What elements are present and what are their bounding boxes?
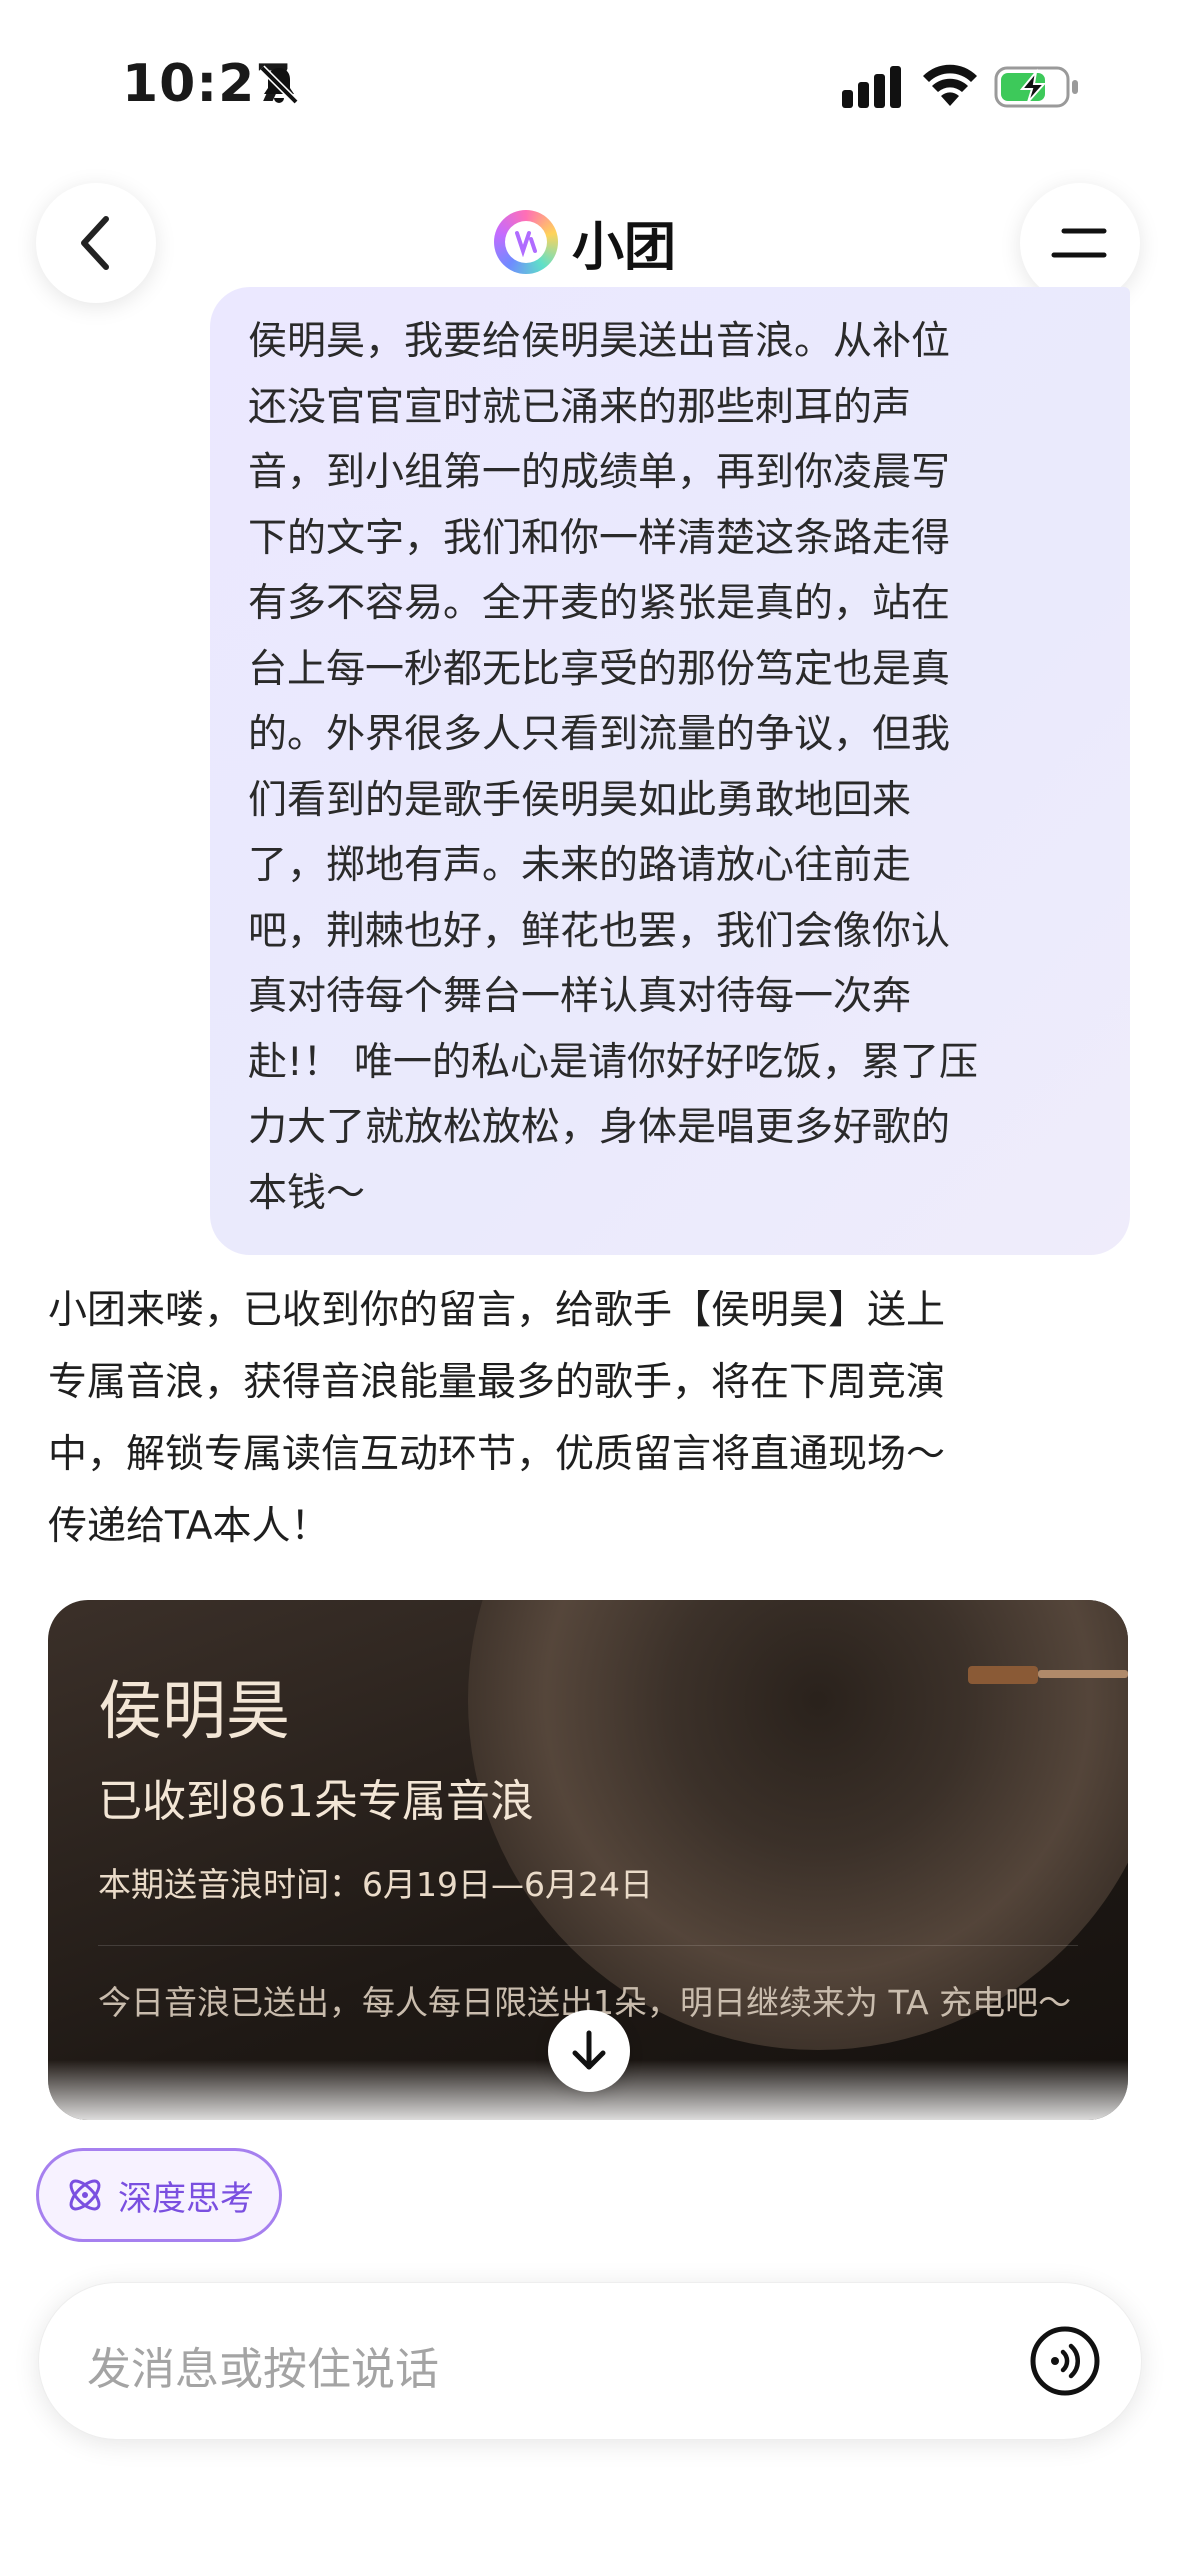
message-input[interactable]: 发消息或按住说话 — [38, 2282, 1142, 2440]
app-title-group: 小团 — [494, 207, 677, 278]
arrow-down-icon — [572, 2030, 606, 2070]
received-count: 已收到861朵专属音浪 — [98, 1776, 534, 1827]
logo-mark-icon — [505, 221, 547, 263]
menu-icon — [1051, 228, 1107, 258]
back-button[interactable] — [36, 183, 156, 303]
send-period: 本期送音浪时间：6月19日—6月24日 — [98, 1865, 653, 1904]
page-title: 小团 — [572, 217, 677, 278]
wifi-icon — [923, 64, 977, 106]
menu-button[interactable] — [1020, 183, 1140, 303]
singer-name: 侯明昊 — [98, 1675, 290, 1749]
user-message-text: 侯明昊，我要给侯明昊送出音浪。从补位 还没官官宣时就已涌来的那些刺耳的声 音，到小组… — [248, 319, 979, 1216]
user-message-bubble[interactable]: 侯明昊，我要给侯明昊送出音浪。从补位 还没官官宣时就已涌来的那些刺耳的声 音，到小组… — [210, 287, 1130, 1255]
bot-message-text: 小团来喽，已收到你的留言，给歌手【侯明昊】送上 专属音浪，获得音浪能量最多的歌手，… — [48, 1288, 946, 1549]
battery-charging-icon — [994, 66, 1078, 108]
bell-muted-icon — [259, 65, 299, 105]
scroll-down-button[interactable] — [548, 2010, 630, 2092]
chevron-left-icon — [81, 216, 109, 270]
voice-input-icon[interactable] — [1029, 2325, 1101, 2397]
deep-think-label: 深度思考 — [118, 2178, 254, 2219]
atom-icon — [69, 2179, 101, 2211]
card-divider — [98, 1945, 1078, 1946]
input-placeholder: 发消息或按住说话 — [87, 2344, 439, 2395]
status-bar: 10:27 — [0, 0, 1179, 150]
tonearm-icon — [968, 1666, 1128, 1684]
app-logo — [494, 210, 558, 274]
cellular-signal-icon — [842, 66, 901, 108]
deep-think-toggle[interactable]: 深度思考 — [36, 2148, 282, 2242]
